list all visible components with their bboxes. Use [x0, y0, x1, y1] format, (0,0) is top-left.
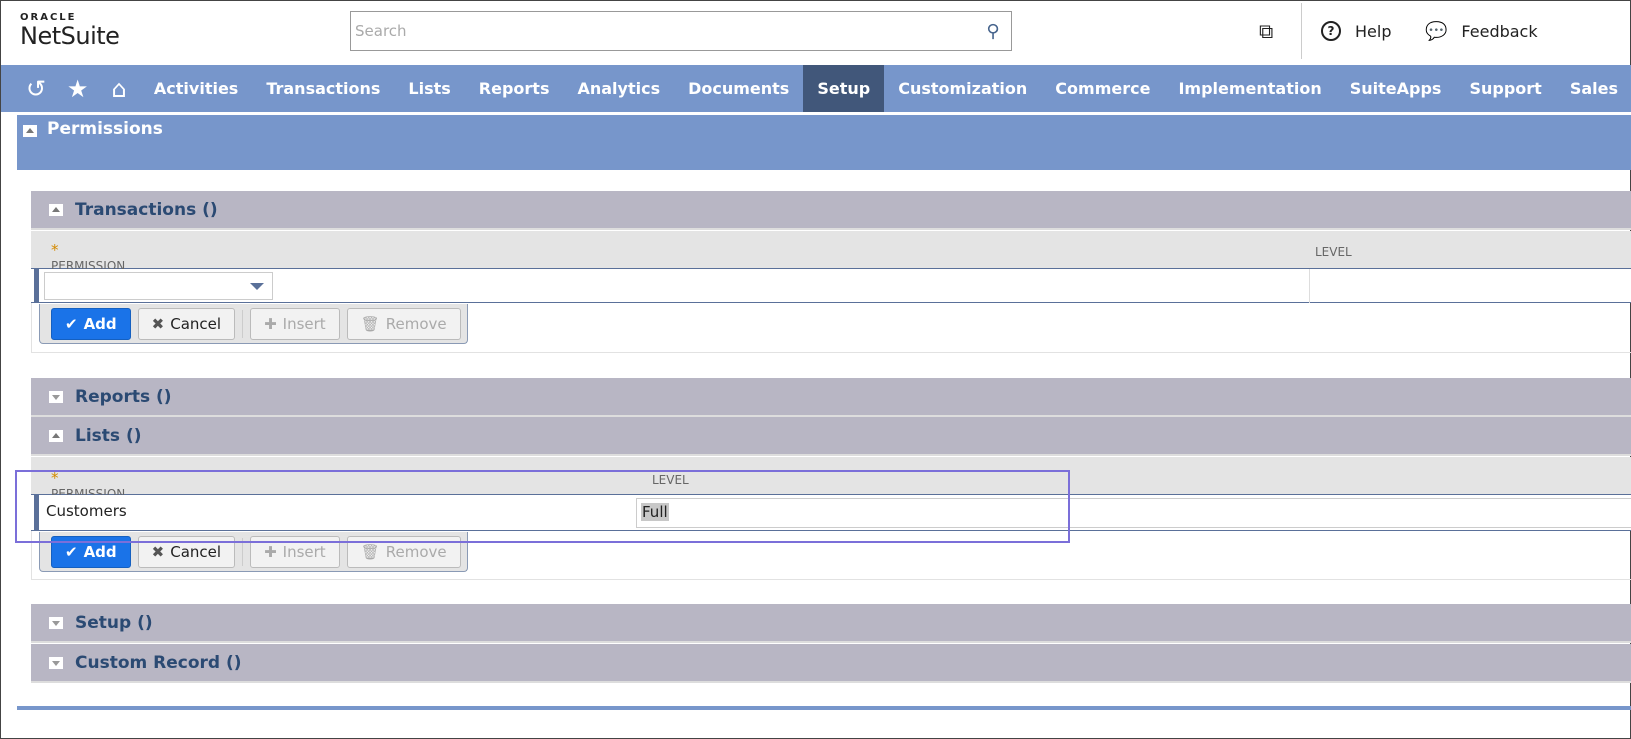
col-permission: PERMISSION * — [51, 241, 126, 273]
nav-setup[interactable]: Setup — [803, 65, 885, 112]
row-buttons: ✔ Add ✖ Cancel ✚ Insert 🗑 Remove — [39, 304, 468, 344]
nav-support[interactable]: Support — [1455, 65, 1555, 112]
section-transactions[interactable]: Transactions () — [31, 191, 1631, 230]
expand-icon[interactable] — [49, 656, 63, 669]
help-label: Help — [1355, 21, 1392, 41]
col-level: LEVEL — [1315, 245, 1352, 259]
section-title: Reports () — [75, 386, 172, 407]
section-title: Custom Record () — [75, 652, 242, 673]
collapse-icon[interactable] — [49, 429, 63, 442]
section-title: Transactions () — [75, 199, 218, 220]
recent-icon[interactable]: ↺ — [15, 75, 57, 103]
close-icon: ✖ — [151, 314, 165, 333]
logo-netsuite: NetSuite — [20, 22, 120, 50]
global-search: ⚲ — [350, 11, 1012, 51]
insert-button[interactable]: ✚ Insert — [250, 307, 340, 340]
header-divider — [1301, 3, 1302, 59]
add-button[interactable]: ✔ Add — [51, 307, 131, 340]
trash-icon: 🗑 — [360, 314, 380, 333]
column-header-row: PERMISSION * LEVEL — [31, 231, 1631, 273]
section-lists[interactable]: Lists () — [31, 417, 1631, 456]
plus-icon: ✚ — [264, 314, 277, 333]
edit-row — [31, 269, 1631, 303]
nav-documents[interactable]: Documents — [674, 65, 803, 112]
footer-bar — [17, 706, 1631, 710]
nav-transactions[interactable]: Transactions — [252, 65, 394, 112]
help-icon: ? — [1321, 21, 1341, 41]
check-icon: ✔ — [65, 314, 78, 333]
permissions-header[interactable]: Permissions — [17, 115, 1631, 170]
main-nav: ↺ ★ ⌂ Activities Transactions Lists Repo… — [1, 65, 1631, 115]
feedback-label: Feedback — [1461, 21, 1538, 41]
section-title: Setup () — [75, 612, 153, 633]
expand-icon[interactable] — [49, 390, 63, 403]
collapse-icon[interactable] — [23, 125, 37, 137]
nav-suiteapps[interactable]: SuiteApps — [1336, 65, 1456, 112]
section-reports[interactable]: Reports () — [31, 378, 1631, 417]
highlight-box — [15, 470, 1070, 543]
cancel-button[interactable]: ✖ Cancel — [137, 307, 236, 340]
nav-activities[interactable]: Activities — [140, 65, 252, 112]
nav-sales[interactable]: Sales — [1556, 65, 1631, 112]
nav-analytics[interactable]: Analytics — [563, 65, 674, 112]
netsuite-logo[interactable]: ORACLE NetSuite — [20, 12, 120, 50]
nav-commerce[interactable]: Commerce — [1041, 65, 1164, 112]
nav-implementation[interactable]: Implementation — [1164, 65, 1335, 112]
plus-icon: ✚ — [264, 542, 277, 561]
close-icon: ✖ — [151, 542, 165, 561]
star-icon[interactable]: ★ — [57, 75, 99, 103]
permission-select[interactable] — [44, 272, 273, 300]
help-link[interactable]: ? Help — [1321, 15, 1391, 47]
home-icon[interactable]: ⌂ — [98, 75, 140, 103]
collapse-icon[interactable] — [49, 203, 63, 216]
section-title: Lists () — [75, 425, 142, 446]
section-setup[interactable]: Setup () — [31, 604, 1631, 643]
trash-icon: 🗑 — [360, 542, 380, 561]
expand-icon[interactable] — [49, 616, 63, 629]
create-new-icon[interactable]: ⧉ — [1259, 15, 1273, 47]
nav-customization[interactable]: Customization — [884, 65, 1041, 112]
remove-button[interactable]: 🗑 Remove — [346, 307, 461, 340]
permissions-title: Permissions — [47, 119, 163, 139]
nav-reports[interactable]: Reports — [465, 65, 564, 112]
section-custom-record[interactable]: Custom Record () — [31, 644, 1631, 683]
chevron-down-icon — [250, 283, 264, 290]
search-input[interactable] — [351, 12, 975, 50]
check-icon: ✔ — [65, 542, 78, 561]
feedback-icon: 💬 — [1425, 20, 1448, 42]
feedback-link[interactable]: 💬 Feedback — [1425, 15, 1538, 47]
nav-lists[interactable]: Lists — [394, 65, 464, 112]
search-icon[interactable]: ⚲ — [975, 21, 1011, 42]
